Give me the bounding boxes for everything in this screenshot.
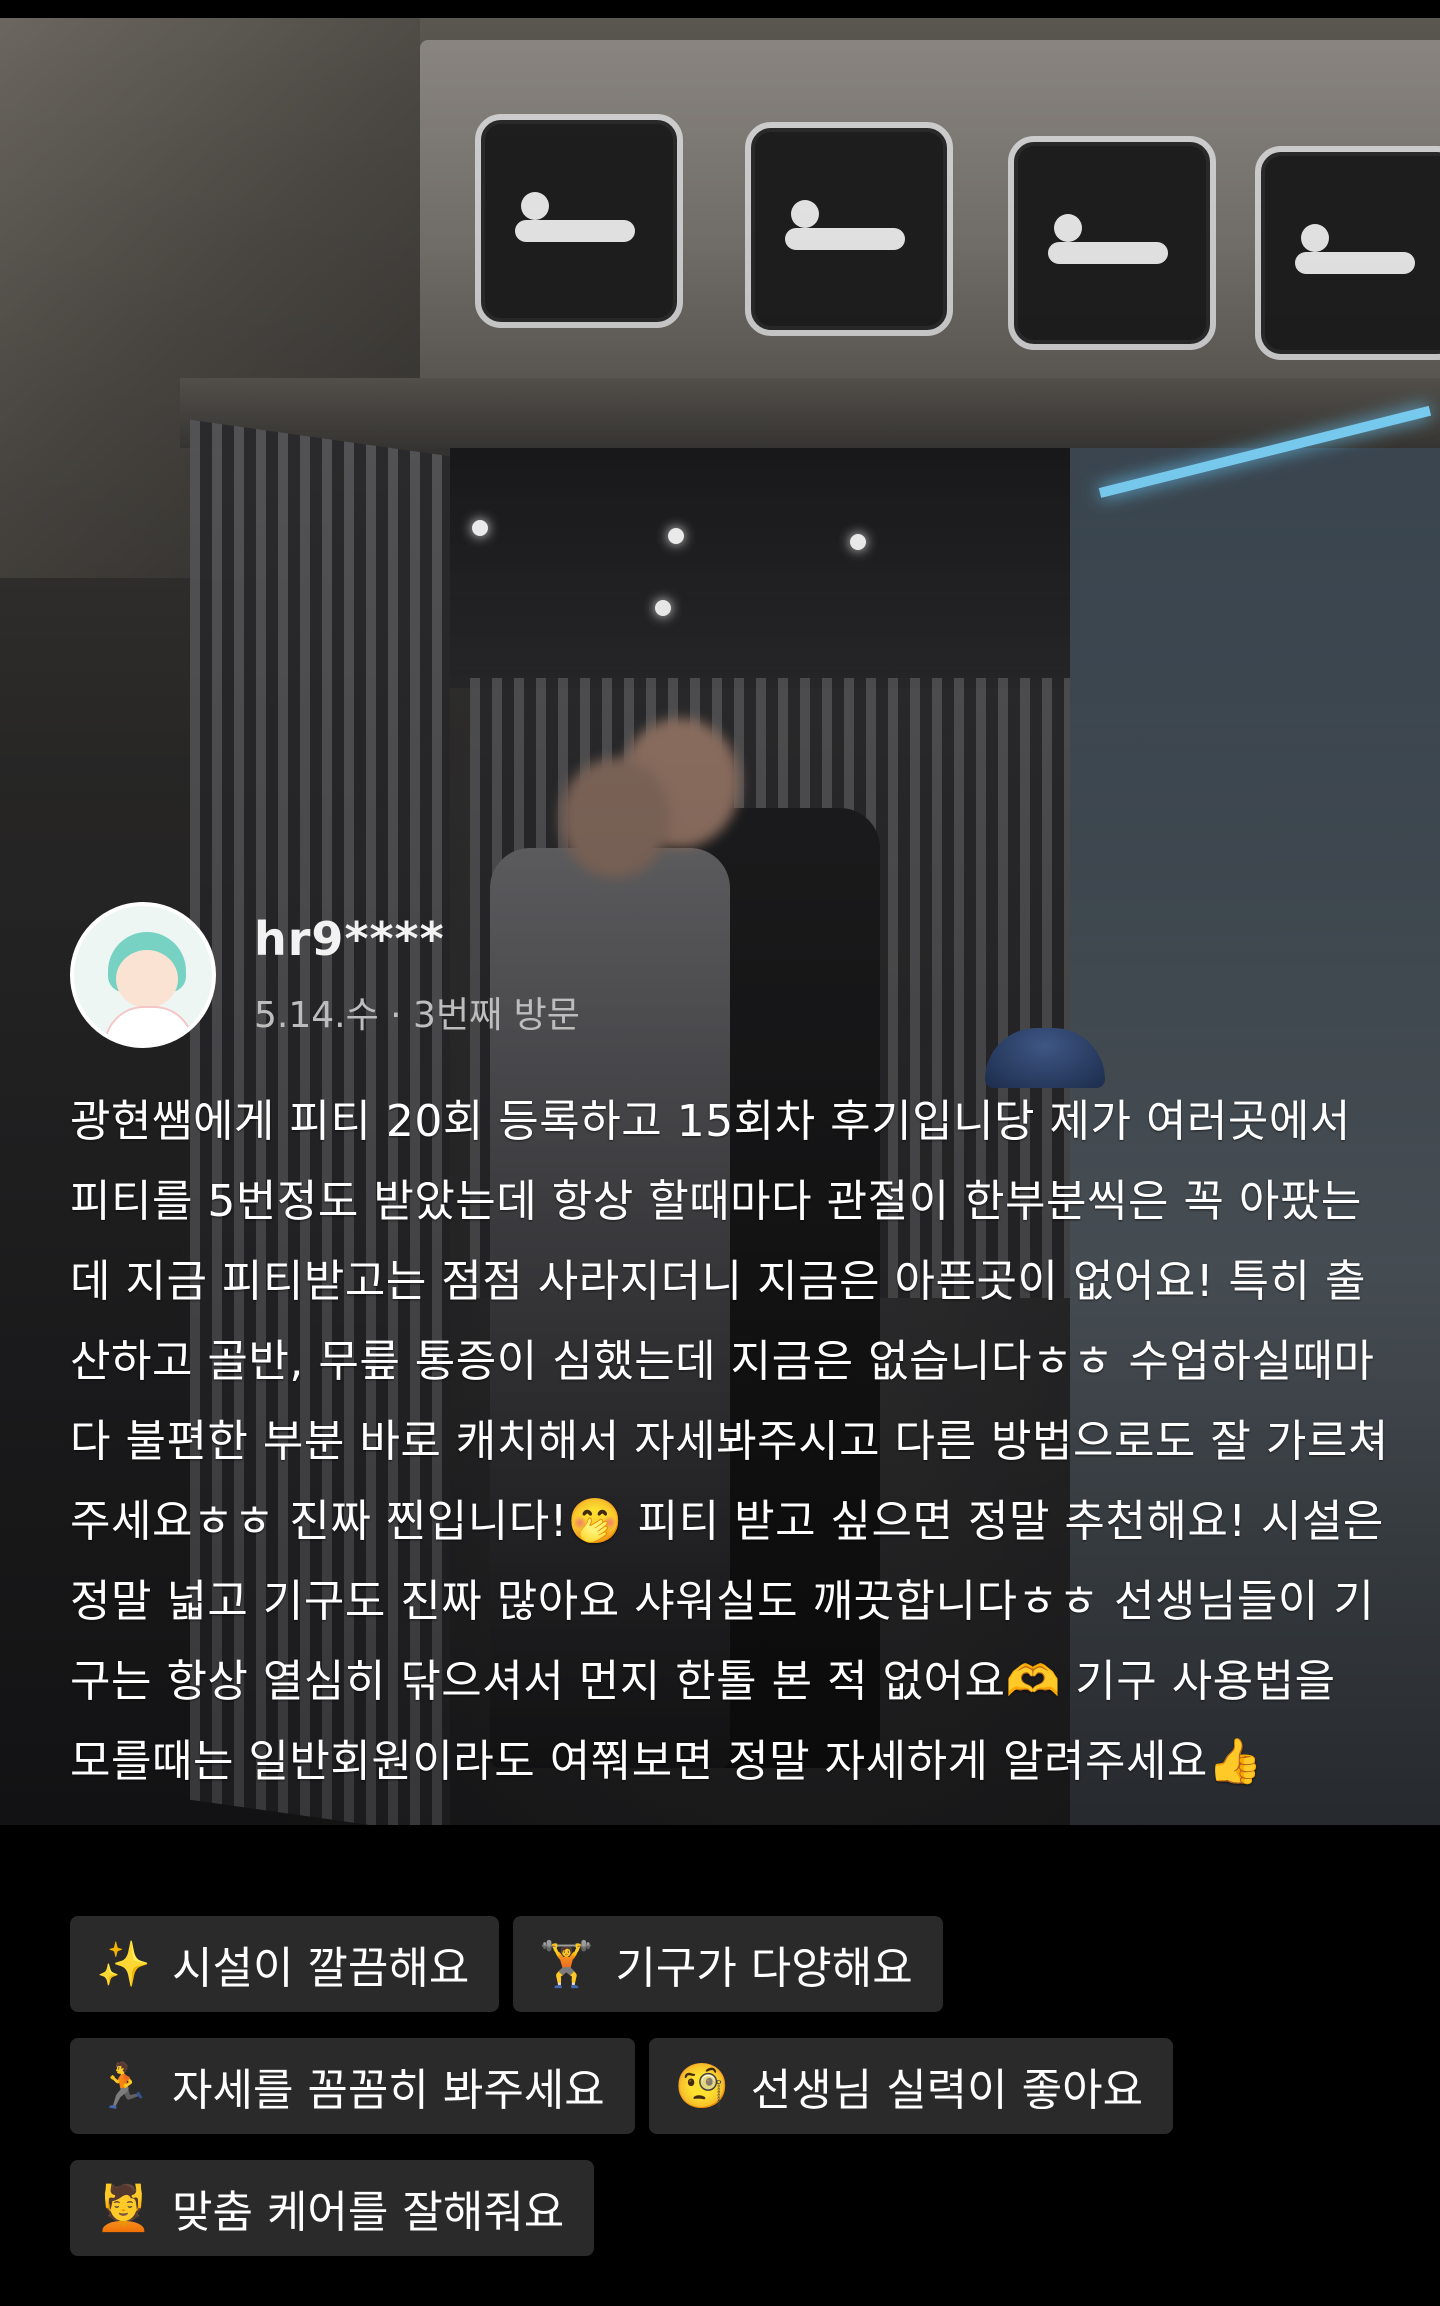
- visit-meta: 5.14.수 · 3번째 방문: [254, 995, 580, 1036]
- avatar-face: [116, 950, 178, 1008]
- sparkles-icon: ✨: [96, 1939, 151, 1990]
- monocle-face-icon: 🧐: [674, 2061, 730, 2112]
- tag-posture-care: 🏃 자세를 꼼꼼히 봐주세요: [70, 2038, 635, 2134]
- tag-label: 자세를 꼼꼼히 봐주세요: [172, 2065, 605, 2116]
- user-name[interactable]: hr9****: [254, 912, 445, 966]
- avatar-body: [104, 1006, 194, 1044]
- tag-label: 선생님 실력이 좋아요: [750, 2065, 1144, 2116]
- tag-label: 맞춤 케어를 잘해줘요: [172, 2187, 565, 2238]
- review-tags: ✨ 시설이 깔끔해요 🏋 기구가 다양해요 🏃 자세를 꼼꼼히 봐주세요 🧐 선…: [70, 1916, 1400, 2256]
- dumbbell-icon: 🏋: [539, 1939, 595, 1990]
- tag-equipment-variety: 🏋 기구가 다양해요: [513, 1916, 943, 2012]
- tag-label: 시설이 깔끔해요: [172, 1943, 470, 1994]
- tag-facility-clean: ✨ 시설이 깔끔해요: [70, 1916, 500, 2012]
- tag-custom-care: 💆 맞춤 케어를 잘해줘요: [70, 2160, 595, 2256]
- review-text: 광현쌤에게 피티 20회 등록하고 15회차 후기입니당 제가 여러곳에서 피티…: [70, 1096, 1389, 1787]
- avatar[interactable]: [70, 902, 216, 1048]
- lunge-person-icon: 🏃: [96, 2061, 151, 2112]
- tag-label: 기구가 다양해요: [615, 1943, 913, 1994]
- person-care-icon: 💆: [96, 2183, 151, 2234]
- tag-trainer-skill: 🧐 선생님 실력이 좋아요: [648, 2038, 1174, 2134]
